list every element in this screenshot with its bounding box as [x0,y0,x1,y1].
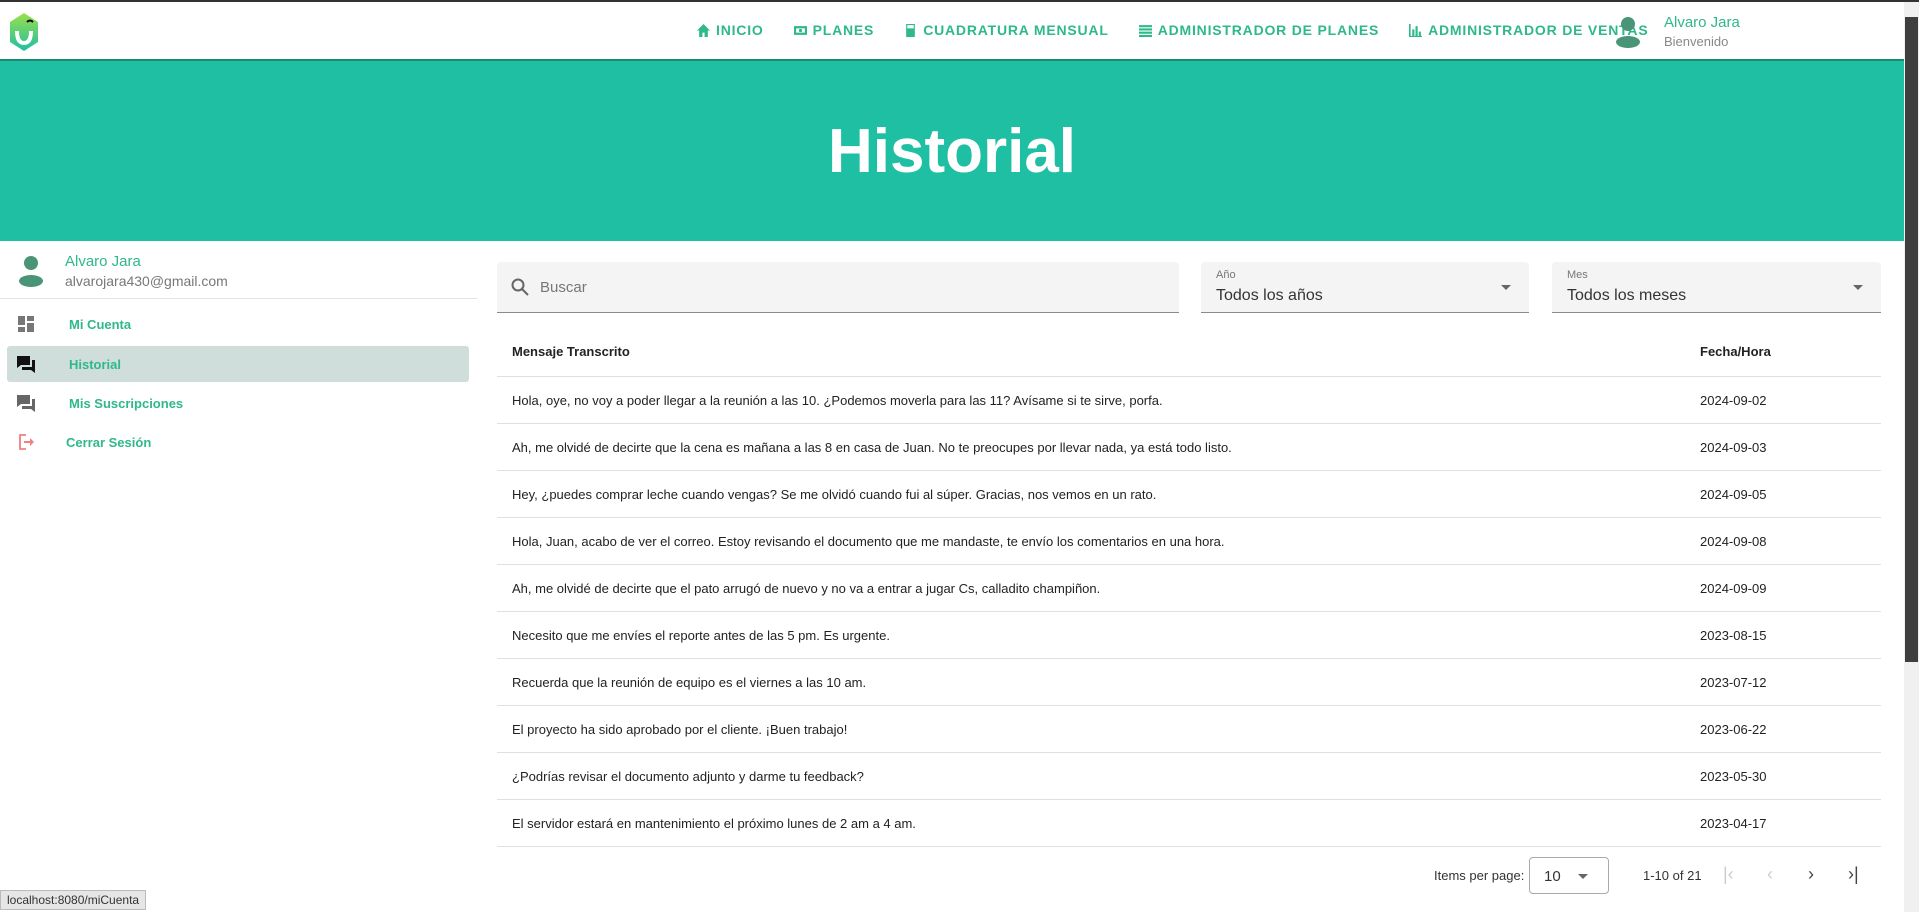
sidebar-item-suscripciones[interactable]: Mis Suscripciones [7,385,469,421]
date-cell: 2024-09-09 [1700,581,1767,596]
sidebar-item-historial[interactable]: Historial [7,346,469,382]
nav-planes[interactable]: PLANES [793,22,875,38]
table-row[interactable]: El proyecto ha sido aprobado por el clie… [497,706,1881,753]
money-icon [793,25,807,35]
previous-page-button[interactable]: ‹ [1767,864,1773,885]
list-icon [1138,24,1152,37]
message-cell: Ah, me olvidé de decirte que el pato arr… [512,581,1101,596]
last-page-button[interactable]: ›| [1848,864,1859,885]
nav-inicio[interactable]: INICIO [697,22,764,38]
month-select[interactable]: Mes Todos los meses [1552,262,1881,313]
nav-user-name: Alvaro Jara [1664,14,1740,31]
date-cell: 2023-07-12 [1700,675,1767,690]
date-cell: 2023-05-30 [1700,769,1767,784]
date-cell: 2024-09-05 [1700,487,1767,502]
nav-admin-planes[interactable]: ADMINISTRADOR DE PLANES [1138,22,1379,38]
bar-chart-icon [1409,23,1423,37]
dropdown-arrow-icon [1578,874,1588,879]
sidebar-user-name: Alvaro Jara [65,253,141,270]
table-row[interactable]: ¿Podrías revisar el documento adjunto y … [497,753,1881,800]
table-row[interactable]: Recuerda que la reunión de equipo es el … [497,659,1881,706]
table-row[interactable]: El servidor estará en mantenimiento el p… [497,800,1881,847]
divider [0,298,477,299]
nav-cuadratura[interactable]: CUADRATURA MENSUAL [904,22,1109,38]
sidebar: Alvaro Jara alvarojara430@gmail.com Mi C… [0,241,477,912]
next-page-button[interactable]: › [1808,864,1814,885]
date-cell: 2024-09-03 [1700,440,1767,455]
date-cell: 2023-08-15 [1700,628,1767,643]
date-cell: 2024-09-02 [1700,393,1767,408]
message-cell: ¿Podrías revisar el documento adjunto y … [512,769,864,784]
avatar-icon [19,256,43,287]
date-cell: 2023-04-17 [1700,816,1767,831]
top-navbar: INICIO PLANES CUADRATURA MENSUAL ADMINIS… [0,2,1904,61]
logout-icon [19,434,34,450]
year-select[interactable]: Año Todos los años [1201,262,1529,313]
first-page-button[interactable]: |‹ [1723,864,1734,885]
message-cell: Recuerda que la reunión de equipo es el … [512,675,867,690]
status-bar-url: localhost:8080/miCuenta [0,890,147,910]
table-header: Mensaje Transcrito Fecha/Hora [497,327,1881,377]
items-per-page-label: Items per page: [1434,868,1525,883]
date-cell: 2024-09-08 [1700,534,1767,549]
history-table: Mensaje Transcrito Fecha/Hora Hola, oye, … [497,327,1881,847]
page-header: Historial [0,61,1904,241]
search-icon [511,278,529,296]
message-cell: El proyecto ha sido aprobado por el clie… [512,722,848,737]
sidebar-item-cerrar-sesion[interactable]: Cerrar Sesión [7,424,469,460]
message-cell: Hola, Juan, acabo de ver el correo. Esto… [512,534,1225,549]
date-cell: 2023-06-22 [1700,722,1767,737]
forum-icon [17,356,35,373]
table-row[interactable]: Ah, me olvidé de decirte que la cena es … [497,424,1881,471]
dropdown-arrow-icon [1853,285,1863,290]
home-icon [697,23,710,37]
scrollbar[interactable] [1904,2,1919,912]
app-logo[interactable] [8,13,40,51]
table-row[interactable]: Necesito que me envíes el reporte antes … [497,612,1881,659]
dropdown-arrow-icon [1501,285,1511,290]
calculator-icon [906,23,916,37]
nav-user-greeting: Bienvenido [1664,34,1729,49]
page-title: Historial [827,116,1077,186]
message-cell: Ah, me olvidé de decirte que la cena es … [512,440,1232,455]
message-cell: Hola, oye, no voy a poder llegar a la re… [512,393,1163,408]
message-cell: El servidor estará en mantenimiento el p… [512,816,916,831]
sidebar-user-email: alvarojara430@gmail.com [65,273,228,289]
table-row[interactable]: Hola, Juan, acabo de ver el correo. Esto… [497,518,1881,565]
table-row[interactable]: Hola, oye, no voy a poder llegar a la re… [497,377,1881,424]
items-per-page-select[interactable]: 10 [1529,857,1609,894]
message-cell: Necesito que me envíes el reporte antes … [512,628,890,643]
search-input[interactable]: Buscar [497,262,1179,313]
avatar-icon [1616,17,1640,48]
nav-admin-ventas[interactable]: ADMINISTRADOR DE VENTAS [1409,22,1648,38]
sidebar-item-mi-cuenta[interactable]: Mi Cuenta [7,306,469,342]
table-row[interactable]: Ah, me olvidé de decirte que el pato arr… [497,565,1881,612]
table-row[interactable]: Hey, ¿puedes comprar leche cuando vengas… [497,471,1881,518]
dashboard-icon [18,316,34,332]
message-cell: Hey, ¿puedes comprar leche cuando vengas… [512,487,1157,502]
pagination-range: 1-10 of 21 [1643,868,1702,883]
forum-icon [17,395,35,412]
scrollbar-thumb[interactable] [1905,17,1918,662]
